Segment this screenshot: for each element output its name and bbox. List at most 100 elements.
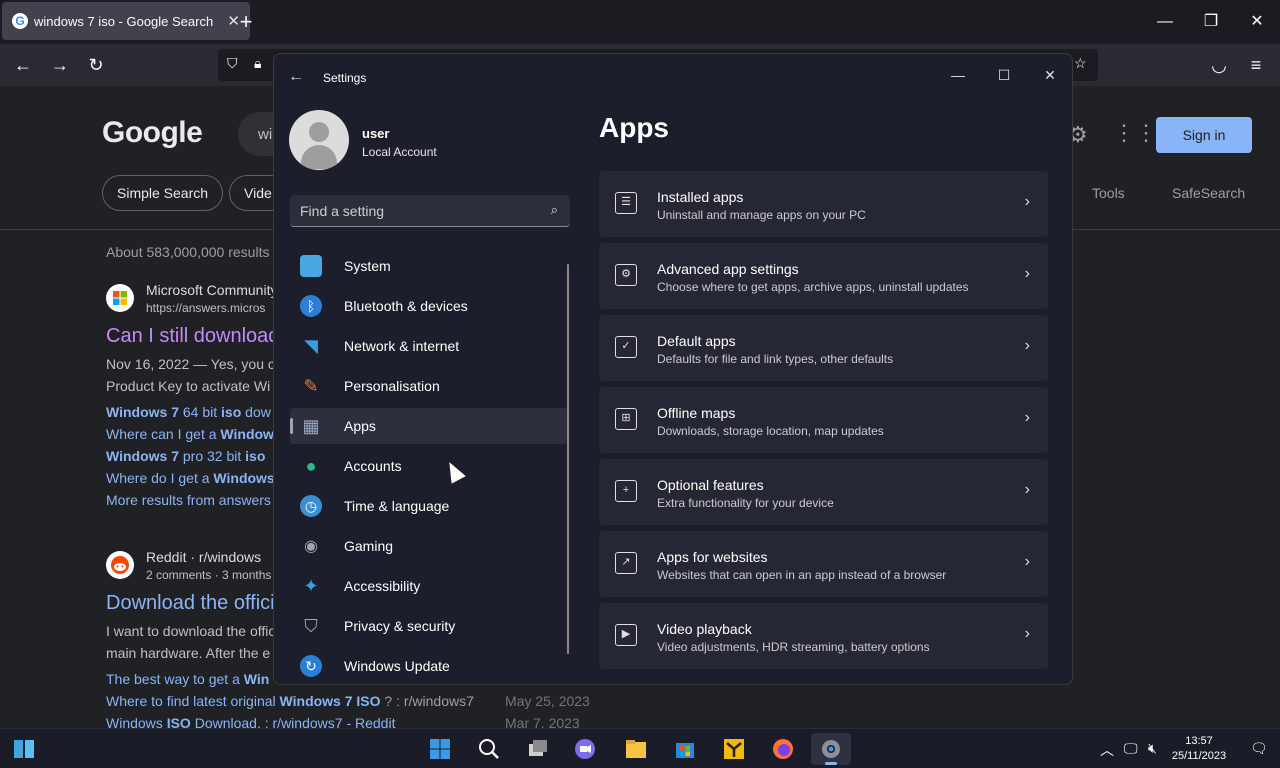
nav-label: Personalisation	[344, 378, 440, 394]
nav-item-accessibility[interactable]: ✦ Accessibility	[290, 568, 568, 604]
browser-close-button[interactable]: ✕	[1242, 8, 1272, 36]
card-title: Advanced app settings	[657, 261, 799, 277]
result-title[interactable]: Can I still download	[106, 325, 279, 348]
sitelink-date: May 25, 2023	[505, 693, 590, 709]
nav-item-privacy[interactable]: ⛉ Privacy & security	[290, 608, 568, 644]
chevron-right-icon: ›	[1024, 481, 1030, 498]
network-icon[interactable]: 🖵︎	[1124, 740, 1138, 757]
brush-icon: ✎	[303, 375, 319, 396]
back-arrow-icon[interactable]: ←	[10, 52, 36, 78]
microsoft-logo-icon	[106, 284, 134, 312]
apps-settings-list: ☰ Installed apps Uninstall and manage ap…	[599, 171, 1048, 675]
card-video-playback[interactable]: ▶ Video playback Video adjustments, HDR …	[599, 603, 1048, 669]
nav-item-time-language[interactable]: ◷ Time & language	[290, 488, 568, 524]
card-description: Defaults for file and link types, other …	[657, 352, 894, 366]
file-explorer-icon[interactable]	[616, 733, 656, 765]
lock-icon[interactable]: 🔒︎	[254, 55, 261, 72]
nav-label: Privacy & security	[344, 618, 456, 634]
forward-arrow-icon[interactable]: →	[47, 52, 73, 78]
find-setting-input[interactable]: Find a setting ⌕	[290, 195, 570, 227]
nav-item-personalisation[interactable]: ✎ Personalisation	[290, 368, 568, 404]
card-description: Choose where to get apps, archive apps, …	[657, 280, 969, 294]
card-installed-apps[interactable]: ☰ Installed apps Uninstall and manage ap…	[599, 171, 1048, 237]
sitelink[interactable]: Where can I get a Window	[106, 426, 274, 442]
back-arrow-icon[interactable]: ←	[288, 68, 304, 86]
card-optional-features[interactable]: + Optional features Extra functionality …	[599, 459, 1048, 525]
start-windows-icon[interactable]	[420, 733, 460, 765]
result-title[interactable]: Download the offici	[106, 592, 275, 615]
accessibility-icon: ✦	[303, 575, 319, 596]
widgets-icon[interactable]	[4, 733, 44, 765]
reload-icon[interactable]: ↻	[83, 52, 109, 78]
nav-item-apps[interactable]: ▦ Apps	[290, 408, 568, 444]
more-results-link[interactable]: More results from answers	[106, 492, 271, 508]
result-site-name: Reddit · r/windows	[146, 549, 262, 565]
card-advanced-app-settings[interactable]: ⚙ Advanced app settings Choose where to …	[599, 243, 1048, 309]
nav-scrollbar[interactable]	[567, 264, 569, 654]
settings-nav: System ᛒ Bluetooth & devices ◥ Network & i…	[290, 248, 568, 684]
nav-item-system[interactable]: System	[290, 248, 568, 284]
clock-date: 25/11/2023	[1171, 750, 1227, 762]
card-offline-maps[interactable]: ⊞ Offline maps Downloads, storage locati…	[599, 387, 1048, 453]
card-description: Video adjustments, HDR streaming, batter…	[657, 640, 930, 654]
wifi-icon: ◥	[304, 335, 318, 356]
firefox-icon[interactable]	[763, 733, 803, 765]
sitelink[interactable]: Windows 7 64 bit iso dow	[106, 404, 271, 420]
tracking-shield-icon[interactable]: ⛉	[227, 55, 238, 72]
app-icon[interactable]	[714, 733, 754, 765]
chat-icon[interactable]	[565, 733, 605, 765]
settings-minimize-button[interactable]: —	[943, 60, 973, 90]
nav-label: Accessibility	[344, 578, 421, 594]
update-icon: ↻	[300, 655, 322, 677]
browser-minimize-button[interactable]: —	[1150, 8, 1180, 36]
search-icon[interactable]	[469, 733, 509, 765]
bookmark-star-icon[interactable]: ☆	[1074, 55, 1087, 72]
google-logo[interactable]: Google	[102, 116, 203, 150]
card-title: Video playback	[657, 621, 752, 637]
card-apps-for-websites[interactable]: ↗ Apps for websites Websites that can op…	[599, 531, 1048, 597]
avatar-body	[301, 145, 337, 169]
tools-button[interactable]: Tools	[1092, 185, 1125, 201]
new-tab-button[interactable]: +	[234, 8, 258, 36]
browser-tab-bar: G windows 7 iso - Google Search ✕ + — ❐ …	[0, 0, 1280, 44]
chip-simple-search[interactable]: Simple Search	[102, 175, 224, 211]
browser-tab[interactable]: G windows 7 iso - Google Search ✕	[2, 2, 250, 40]
page-title: Apps	[599, 112, 669, 143]
sitelink[interactable]: The best way to get a Win	[106, 671, 269, 687]
monitor-icon	[300, 255, 322, 277]
notifications-icon[interactable]: 🗨︎	[1250, 740, 1268, 757]
chevron-right-icon: ›	[1024, 553, 1030, 570]
sign-in-button[interactable]: Sign in	[1156, 117, 1252, 153]
safesearch-button[interactable]: SafeSearch	[1172, 185, 1245, 201]
task-view-icon[interactable]	[518, 733, 558, 765]
avatar-head	[309, 122, 329, 142]
volume-muted-icon[interactable]: 🔇︎	[1148, 740, 1157, 757]
chevron-up-icon[interactable]: ︿	[1100, 740, 1114, 760]
microsoft-store-icon[interactable]	[665, 733, 705, 765]
nav-label: System	[344, 258, 391, 274]
chevron-right-icon: ›	[1024, 337, 1030, 354]
nav-item-gaming[interactable]: ◉ Gaming	[290, 528, 568, 564]
chevron-right-icon: ›	[1024, 193, 1030, 210]
gamepad-icon: ◉	[304, 538, 318, 555]
nav-item-network[interactable]: ◥ Network & internet	[290, 328, 568, 364]
settings-gear-icon[interactable]	[811, 733, 851, 765]
search-icon: ⌕	[550, 202, 558, 217]
nav-item-accounts[interactable]: ● Accounts	[290, 448, 568, 484]
card-description: Downloads, storage location, map updates	[657, 424, 884, 438]
card-default-apps[interactable]: ✓ Default apps Defaults for file and lin…	[599, 315, 1048, 381]
taskbar-clock[interactable]: 13:57 25/11/2023	[1168, 734, 1230, 764]
sitelink[interactable]: Windows 7 pro 32 bit iso	[106, 448, 265, 464]
settings-close-button[interactable]: ✕	[1035, 60, 1065, 90]
pocket-icon[interactable]: ◡	[1206, 52, 1232, 78]
nav-item-bluetooth[interactable]: ᛒ Bluetooth & devices	[290, 288, 568, 324]
result-url: 2 comments · 3 months	[146, 568, 272, 582]
sitelink[interactable]: Where do I get a Windows	[106, 470, 275, 486]
user-avatar[interactable]	[289, 110, 349, 170]
bluetooth-icon: ᛒ	[300, 295, 322, 317]
sitelink[interactable]: Where to find latest original Windows 7 …	[106, 693, 474, 709]
nav-item-windows-update[interactable]: ↻ Windows Update	[290, 648, 568, 684]
browser-restore-button[interactable]: ❐	[1196, 8, 1226, 36]
menu-hamburger-icon[interactable]: ≡	[1243, 52, 1269, 78]
settings-maximize-button[interactable]: ☐	[989, 60, 1019, 90]
